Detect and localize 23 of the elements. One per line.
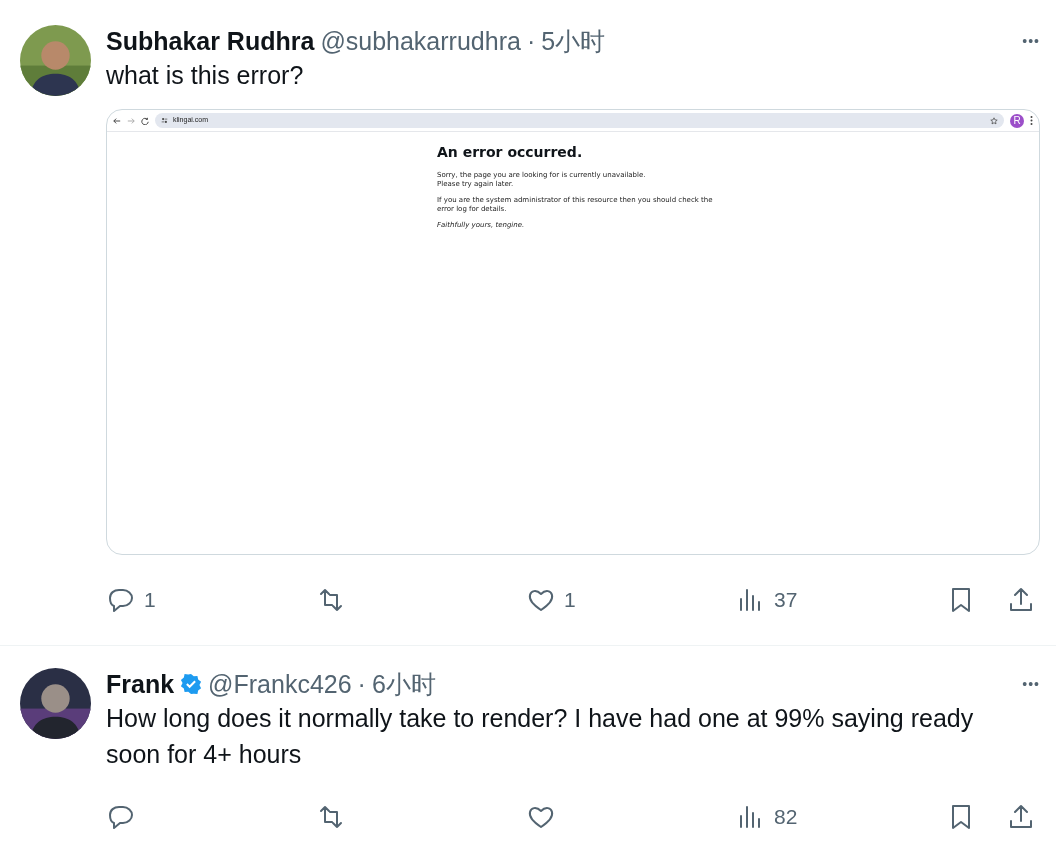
more-button[interactable]: ••• (1022, 25, 1040, 57)
star-icon[interactable] (990, 116, 998, 125)
site-info-icon[interactable] (161, 117, 168, 124)
profile-avatar[interactable]: R (1010, 113, 1024, 128)
like-button[interactable]: 1 (526, 584, 736, 616)
user-handle[interactable]: @Frankc426 (208, 668, 352, 700)
views-button[interactable]: 37 (736, 584, 946, 616)
post-time[interactable]: 5小时 (541, 25, 606, 57)
post-time[interactable]: 6小时 (371, 668, 436, 700)
user-handle[interactable]: @subhakarrudhra (320, 25, 521, 57)
author-name[interactable]: Frank (106, 668, 175, 700)
menu-icon[interactable] (1030, 116, 1033, 125)
error-title: An error occurred. (437, 144, 584, 161)
separator-dot: · (357, 669, 366, 700)
more-button[interactable]: ••• (1022, 668, 1040, 700)
post-text: what is this error? (106, 60, 305, 91)
reply-button[interactable]: 1 (106, 584, 316, 616)
views-button[interactable]: 82 (736, 801, 946, 833)
author-name[interactable]: Subhakar Rudhra (106, 25, 315, 57)
post-text: How long does it normally take to render? I have had one at 99% saying ready soon for 4+ hours (106, 703, 975, 770)
reload-icon[interactable] (141, 116, 149, 125)
separator-dot: · (526, 26, 536, 57)
back-icon[interactable] (113, 116, 121, 125)
